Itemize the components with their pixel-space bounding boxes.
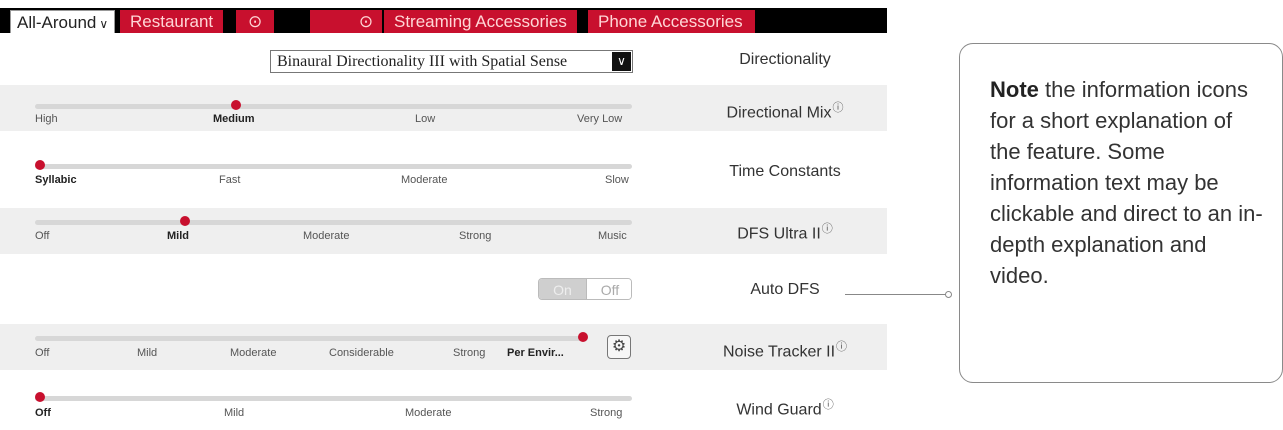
wind-guard-label: Wind Guardⓘ: [690, 396, 880, 419]
time-constants-tick-selected: Syllabic: [35, 174, 77, 186]
noise-tracker-slider-track[interactable]: [35, 336, 585, 341]
directional-mix-label-text: Directional Mix: [726, 104, 832, 122]
gear-icon[interactable]: ⚙: [607, 335, 631, 359]
directional-mix-slider-handle[interactable]: [231, 100, 241, 110]
wind-guard-tick: Moderate: [405, 407, 452, 419]
directional-mix-tick: Low: [415, 113, 436, 125]
directionality-select-value: Binaural Directionality III with Spatial…: [277, 53, 568, 70]
noise-tracker-tick: Strong: [453, 347, 486, 359]
tab-restaurant[interactable]: Restaurant: [120, 10, 224, 33]
auto-dfs-toggle[interactable]: On Off: [538, 278, 632, 300]
tab-bar-top-strip: [0, 0, 887, 8]
wind-guard-slider-track[interactable]: [35, 396, 632, 401]
tab-all-around[interactable]: All-Around ∨: [10, 10, 116, 33]
time-constants-slider-track[interactable]: [35, 164, 632, 169]
time-constants-tick: Fast: [219, 174, 241, 186]
noise-tracker-tick: Moderate: [230, 347, 277, 359]
fitting-software-panel: All-Around ∨ Restaurant ⊙ ⊙ Streaming Acc…: [0, 0, 887, 430]
wind-guard-tick: Mild: [224, 407, 245, 419]
directional-mix-tick: Very Low: [577, 113, 623, 125]
wind-guard-tick: Strong: [590, 407, 623, 419]
note-lead: Note: [990, 77, 1039, 102]
directional-mix-slider-track[interactable]: [35, 104, 632, 109]
dfs-ultra-tick: Moderate: [303, 230, 350, 242]
wind-guard-tick-selected: Off: [35, 407, 51, 419]
dfs-ultra-slider-track[interactable]: [35, 220, 632, 225]
note-body: the information icons for a short explan…: [990, 77, 1263, 288]
time-constants-label: Time Constants: [729, 163, 841, 180]
callout-connector-end: [945, 291, 952, 298]
tab-streaming-accessories[interactable]: Streaming Accessories: [384, 10, 577, 33]
time-constants-tick: Slow: [605, 174, 629, 186]
streaming-icon[interactable]: ⊙: [310, 10, 382, 33]
callout-connector-line: [845, 294, 948, 295]
noise-tracker-tick: Off: [35, 347, 50, 359]
info-icon[interactable]: ⓘ: [836, 341, 847, 353]
dfs-ultra-tick: Off: [35, 230, 50, 242]
dfs-ultra-tick: Strong: [459, 230, 492, 242]
auto-dfs-row: Auto DFS: [0, 266, 887, 312]
dfs-ultra-slider-handle[interactable]: [180, 216, 190, 226]
wind-guard-row: Off Mild Moderate Strong Wind Guardⓘ: [0, 384, 887, 430]
dfs-ultra-tick-selected: Mild: [167, 230, 189, 242]
directional-mix-label: Directional Mixⓘ: [690, 99, 880, 122]
chevron-down-icon[interactable]: ∨: [99, 17, 108, 31]
tab-phone-accessories[interactable]: Phone Accessories: [588, 10, 755, 33]
dfs-ultra-label: DFS Ultra IIⓘ: [690, 220, 880, 243]
info-icon[interactable]: ⓘ: [822, 223, 833, 235]
dfs-ultra-row: Off Mild Moderate Strong Music DFS Ultra…: [0, 208, 887, 254]
note-callout-box: Note the information icons for a short e…: [959, 43, 1283, 383]
noise-tracker-slider-handle[interactable]: [578, 332, 588, 342]
info-icon[interactable]: ⓘ: [832, 102, 843, 114]
dfs-ultra-label-text: DFS Ultra II: [737, 225, 821, 243]
time-constants-slider-handle[interactable]: [35, 160, 45, 170]
directional-mix-tick: High: [35, 113, 58, 125]
noise-tracker-row: Off Mild Moderate Considerable Strong Pe…: [0, 324, 887, 370]
dfs-ultra-tick: Music: [598, 230, 627, 242]
auto-dfs-label: Auto DFS: [750, 281, 820, 298]
noise-tracker-label-text: Noise Tracker II: [722, 343, 836, 361]
noise-tracker-tick: Mild: [137, 347, 158, 359]
noise-tracker-label: Noise Tracker IIⓘ: [690, 338, 880, 361]
wind-guard-slider-handle[interactable]: [35, 392, 45, 402]
directionality-select[interactable]: Binaural Directionality III with Spatial…: [270, 50, 633, 73]
noise-tracker-tick: Considerable: [329, 347, 394, 359]
toggle-on-option[interactable]: On: [539, 279, 586, 299]
info-icon[interactable]: ⓘ: [823, 399, 834, 411]
noise-tracker-tick-selected: Per Envir...: [507, 347, 564, 359]
time-constants-tick: Moderate: [401, 174, 448, 186]
directional-mix-row: High Medium Low Very Low Directional Mix…: [0, 85, 887, 131]
note-text: Note the information icons for a short e…: [990, 74, 1268, 291]
directional-mix-tick-selected: Medium: [213, 113, 255, 125]
directionality-label: Directionality: [739, 51, 831, 68]
wind-guard-label-text: Wind Guard: [736, 401, 822, 419]
time-constants-row: Syllabic Fast Moderate Slow Time Constan…: [0, 152, 887, 198]
tab-all-around-label: All-Around: [17, 13, 97, 32]
add-program-icon[interactable]: ⊙: [236, 10, 275, 33]
program-tab-bar: All-Around ∨ Restaurant ⊙ ⊙ Streaming Acc…: [0, 0, 887, 33]
dropdown-arrow-icon[interactable]: ∨: [612, 52, 631, 71]
toggle-off-option[interactable]: Off: [586, 279, 631, 299]
